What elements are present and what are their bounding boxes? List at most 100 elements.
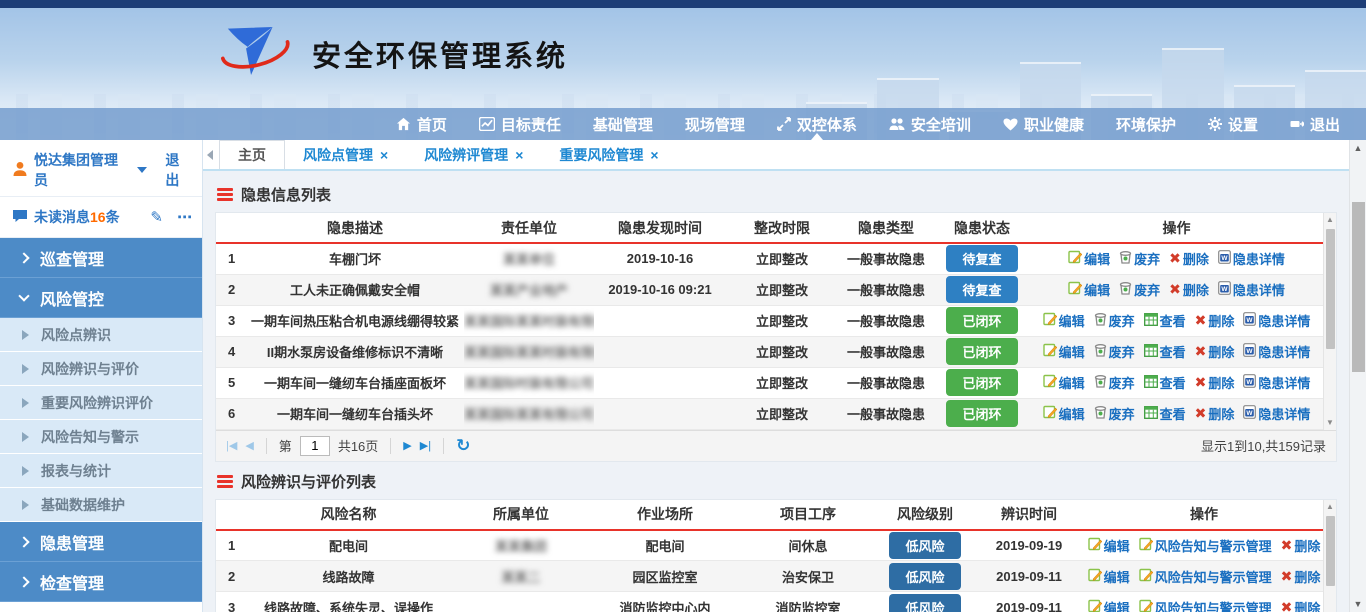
discard-link[interactable]: 废弃 <box>1094 373 1135 392</box>
view-link[interactable]: 查看 <box>1144 404 1186 423</box>
nav-item-8[interactable]: 设置 <box>1192 108 1274 140</box>
risk-table-row: 3线路故障、系统失灵、误操作消防监控中心内消防监控室低风险2019-09-11编… <box>216 592 1323 612</box>
hazard-table-row: 6一期车间一缝纫车台插头坏某某国际某某有限公司立即整改一般事故隐患已闭环编辑废弃… <box>216 398 1323 429</box>
edit-link[interactable]: 风险告知与警示管理 <box>1139 598 1272 612</box>
edit-link[interactable]: 编辑 <box>1043 311 1085 330</box>
tab-1[interactable]: 风险点管理× <box>285 140 406 169</box>
first-page-button[interactable]: |◀ <box>226 439 237 452</box>
cell-value: 2019-09-19 <box>996 538 1063 553</box>
delete-icon: ✖ <box>1195 405 1207 422</box>
delete-link[interactable]: ✖删除 <box>1195 373 1235 392</box>
scroll-up-icon[interactable]: ▲ <box>1354 140 1363 156</box>
scroll-up-icon[interactable]: ▲ <box>1326 500 1334 514</box>
edit-link[interactable]: 风险告知与警示管理 <box>1139 567 1272 586</box>
nav-item-7[interactable]: 环境保护 <box>1100 108 1192 140</box>
nav-item-1[interactable]: 目标责任 <box>463 108 577 140</box>
more-options-icon[interactable]: ⋯ <box>177 208 192 226</box>
discard-link[interactable]: 废弃 <box>1094 311 1135 330</box>
tab-3[interactable]: 重要风险管理× <box>541 140 676 169</box>
close-icon[interactable]: × <box>650 147 658 163</box>
delete-link[interactable]: ✖删除 <box>1195 311 1235 330</box>
nav-item-0[interactable]: 首页 <box>380 108 463 140</box>
view-link[interactable]: 查看 <box>1144 342 1186 361</box>
detail-icon: W <box>1243 374 1256 391</box>
delete-link[interactable]: ✖删除 <box>1169 249 1209 268</box>
scroll-thumb[interactable] <box>1352 202 1365 372</box>
edit-link[interactable]: 编辑 <box>1068 249 1110 268</box>
discard-link[interactable]: 废弃 <box>1119 280 1160 299</box>
sidebar-submenu-1-1[interactable]: 风险辨识与评价 <box>0 352 202 386</box>
refresh-icon[interactable]: ↻ <box>456 437 470 454</box>
last-page-button[interactable]: ▶| <box>420 439 431 452</box>
page-scrollbar[interactable]: ▲ ▼ <box>1349 140 1366 612</box>
scroll-down-icon[interactable]: ▼ <box>1326 416 1334 430</box>
delete-link[interactable]: ✖删除 <box>1195 404 1235 423</box>
view-link[interactable]: 查看 <box>1144 373 1186 392</box>
delete-link[interactable]: ✖删除 <box>1195 342 1235 361</box>
tab-2[interactable]: 风险辨评管理× <box>406 140 541 169</box>
sidebar-submenu-1-0[interactable]: 风险点辨识 <box>0 318 202 352</box>
delete-link[interactable]: ✖删除 <box>1169 280 1209 299</box>
tab-0[interactable]: 主页 <box>219 140 285 169</box>
sidebar-menu-1[interactable]: 风险管控 <box>0 278 202 318</box>
delete-link[interactable]: ✖删除 <box>1281 567 1321 586</box>
unread-messages-label[interactable]: 未读消息16条 <box>34 207 120 227</box>
sidebar-menu-2[interactable]: 隐患管理 <box>0 522 202 562</box>
delete-link[interactable]: ✖删除 <box>1281 598 1321 612</box>
discard-link[interactable]: 废弃 <box>1119 249 1160 268</box>
scroll-down-icon[interactable]: ▼ <box>1354 596 1363 612</box>
sidebar-submenu-1-5[interactable]: 基础数据维护 <box>0 488 202 522</box>
scroll-up-icon[interactable]: ▲ <box>1326 213 1334 227</box>
home-icon <box>396 117 411 131</box>
cell-value: 间休息 <box>788 539 827 554</box>
view-link[interactable]: 查看 <box>1144 311 1186 330</box>
cell-value: 立即整改 <box>756 345 808 360</box>
edit-link[interactable]: 编辑 <box>1043 404 1085 423</box>
sidebar-logout-link[interactable]: 退出 <box>165 150 192 190</box>
discard-link[interactable]: 废弃 <box>1094 342 1135 361</box>
edit-link[interactable]: 风险告知与警示管理 <box>1139 536 1272 555</box>
detail-link[interactable]: W隐患详情 <box>1243 311 1310 330</box>
edit-link[interactable]: 编辑 <box>1088 567 1130 586</box>
user-dropdown-caret[interactable] <box>137 167 147 173</box>
detail-link[interactable]: W隐患详情 <box>1218 280 1285 299</box>
detail-link[interactable]: W隐患详情 <box>1243 373 1310 392</box>
nav-item-4[interactable]: 双控体系 <box>761 108 873 140</box>
risk-section-title: 风险辨识与评价列表 <box>215 464 1337 499</box>
close-icon[interactable]: × <box>515 147 523 163</box>
edit-link[interactable]: 编辑 <box>1043 342 1085 361</box>
detail-link[interactable]: W隐患详情 <box>1218 249 1285 268</box>
edit-link[interactable]: 编辑 <box>1068 280 1110 299</box>
edit-link[interactable]: 编辑 <box>1088 598 1130 612</box>
close-icon[interactable]: × <box>380 147 388 163</box>
risk-table-row: 1配电间某某集团配电间间休息低风险2019-09-19编辑风险告知与警示管理✖删… <box>216 530 1323 561</box>
nav-item-5[interactable]: 安全培训 <box>873 108 987 140</box>
sidebar-collapse-icon[interactable] <box>207 150 213 160</box>
nav-item-3[interactable]: 现场管理 <box>669 108 761 140</box>
page-number-input[interactable] <box>300 436 330 456</box>
prev-page-button[interactable]: ◀ <box>245 439 253 452</box>
cell-value: 工人未正确佩戴安全帽 <box>290 283 420 298</box>
delete-link[interactable]: ✖删除 <box>1281 536 1321 555</box>
compose-icon[interactable]: ✎ <box>150 208 163 226</box>
nav-item-2[interactable]: 基础管理 <box>577 108 669 140</box>
cell-value: 车棚门坏 <box>329 252 381 267</box>
cell-value: 线路故障、系统失灵、误操作 <box>264 601 433 612</box>
sidebar-submenu-1-4[interactable]: 报表与统计 <box>0 454 202 488</box>
user-name[interactable]: 悦达集团管理员 <box>34 150 127 190</box>
discard-link[interactable]: 废弃 <box>1094 404 1135 423</box>
nav-item-9[interactable]: 退出 <box>1274 108 1356 140</box>
detail-link[interactable]: W隐患详情 <box>1243 342 1310 361</box>
edit-link[interactable]: 编辑 <box>1043 373 1085 392</box>
next-page-button[interactable]: ▶ <box>403 439 411 452</box>
sidebar-menu-0[interactable]: 巡查管理 <box>0 238 202 278</box>
edit-link[interactable]: 编辑 <box>1088 536 1130 555</box>
detail-link[interactable]: W隐患详情 <box>1243 404 1310 423</box>
sidebar-menu-3[interactable]: 检查管理 <box>0 562 202 602</box>
nav-item-6[interactable]: 职业健康 <box>987 108 1100 140</box>
hazard-table-scrollbar[interactable]: ▲ ▼ <box>1323 213 1336 430</box>
tab-bar: 主页风险点管理×风险辨评管理×重要风险管理× <box>203 140 1349 171</box>
sidebar-submenu-1-3[interactable]: 风险告知与警示 <box>0 420 202 454</box>
sidebar-submenu-1-2[interactable]: 重要风险辨识评价 <box>0 386 202 420</box>
risk-table-scrollbar[interactable]: ▲ ▼ <box>1323 500 1336 612</box>
